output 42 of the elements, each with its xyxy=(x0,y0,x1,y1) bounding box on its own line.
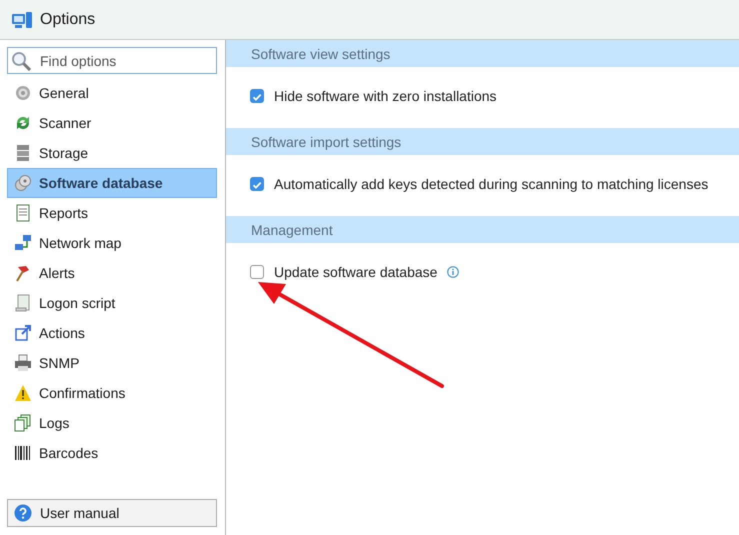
checkbox[interactable] xyxy=(250,176,264,190)
search-icon xyxy=(11,51,31,71)
discs-icon xyxy=(14,174,32,192)
server-icon xyxy=(14,144,32,162)
gear-icon xyxy=(14,84,32,102)
external-link-icon xyxy=(14,324,32,342)
sidebar-item[interactable]: Logon script xyxy=(7,288,217,318)
sidebar-item[interactable]: Logs xyxy=(7,408,217,438)
pages-icon xyxy=(14,414,32,432)
help-icon xyxy=(14,504,32,522)
sidebar-item[interactable]: Scanner xyxy=(7,108,217,138)
sidebar-item[interactable]: Storage xyxy=(7,138,217,168)
user-manual-button[interactable]: User manual xyxy=(7,499,217,527)
section-header: Management xyxy=(226,216,739,243)
checkbox[interactable] xyxy=(250,264,264,278)
sidebar-item[interactable]: General xyxy=(7,78,217,108)
document-icon xyxy=(14,204,32,222)
section-header: Software view settings xyxy=(226,40,739,67)
network-icon xyxy=(14,234,32,252)
sidebar-item[interactable]: Reports xyxy=(7,198,217,228)
sidebar-item[interactable]: Alerts xyxy=(7,258,217,288)
sidebar-item[interactable]: Network map xyxy=(7,228,217,258)
checkbox[interactable] xyxy=(250,88,264,102)
scroll-icon xyxy=(14,294,32,312)
window-title: Options xyxy=(40,10,96,28)
refresh-icon xyxy=(14,114,32,132)
sidebar-item[interactable]: SNMP xyxy=(7,348,217,378)
info-icon[interactable] xyxy=(447,266,460,278)
printer-icon xyxy=(14,354,32,372)
checkbox-label: Automatically add keys detected during scanning to matching licenses xyxy=(274,176,708,192)
checkbox-label: Update software database xyxy=(274,264,438,280)
hammer-icon xyxy=(14,264,32,282)
sidebar-item[interactable]: Software database xyxy=(7,168,217,198)
app-icon xyxy=(12,10,32,28)
sidebar-item[interactable]: Confirmations xyxy=(7,378,217,408)
warning-icon xyxy=(14,384,32,402)
checkbox-label: Hide software with zero installations xyxy=(274,88,497,104)
sidebar-item[interactable]: Actions xyxy=(7,318,217,348)
section-header: Software import settings xyxy=(226,128,739,155)
sidebar-item[interactable]: Barcodes xyxy=(7,438,217,468)
barcode-icon xyxy=(14,444,32,462)
search-field[interactable]: Find options xyxy=(7,47,217,74)
